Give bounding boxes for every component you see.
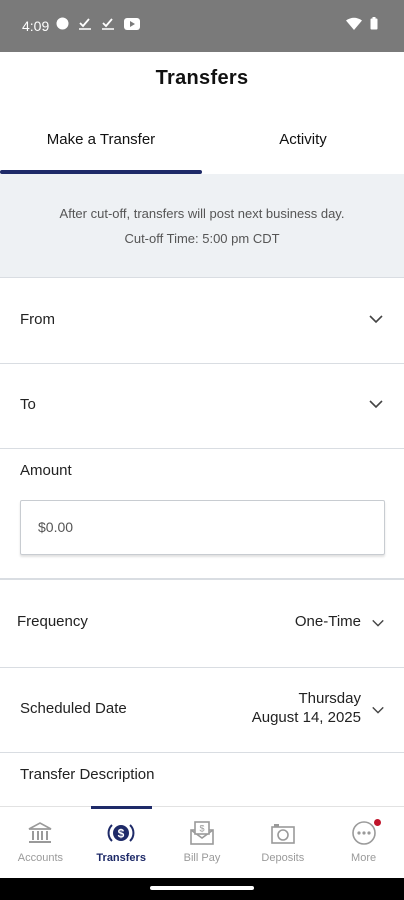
- wifi-icon: [346, 17, 362, 30]
- frequency-select[interactable]: Frequency One-Time: [0, 579, 404, 668]
- check-notification-icon-2: [102, 18, 114, 30]
- tab-make-a-transfer[interactable]: Make a Transfer: [0, 104, 202, 174]
- chevron-down-icon: [369, 400, 383, 409]
- check-notification-icon: [79, 18, 91, 30]
- status-notification-icons: [56, 17, 140, 30]
- scheduled-date-date: August 14, 2025: [251, 709, 361, 726]
- nav-label-transfers: Transfers: [96, 852, 146, 864]
- circle-notification-icon: [56, 17, 69, 30]
- nav-item-transfers[interactable]: $ Transfers: [81, 806, 162, 878]
- transfer-dollar-icon: $: [107, 819, 135, 847]
- chevron-down-icon: [369, 315, 383, 324]
- amount-input-value: $0.00: [38, 519, 74, 535]
- nav-label-deposits: Deposits: [261, 852, 305, 864]
- battery-icon: [370, 17, 378, 30]
- chevron-down-icon: [372, 619, 384, 627]
- amount-input[interactable]: $0.00: [20, 500, 385, 555]
- from-account-select[interactable]: From: [0, 278, 404, 364]
- youtube-notification-icon: [124, 17, 140, 30]
- scheduled-date-value: Thursday August 14, 2025: [252, 689, 361, 727]
- tab-bar: Make a Transfer Activity: [0, 104, 404, 174]
- nav-item-accounts[interactable]: Accounts: [0, 807, 81, 878]
- camera-icon: [270, 819, 296, 847]
- bank-icon: [27, 819, 53, 847]
- cutoff-time-text: Cut-off Time: 5:00 pm CDT: [124, 231, 280, 246]
- notification-badge: [373, 819, 381, 826]
- scheduled-date-select[interactable]: Scheduled Date Thursday August 14, 2025: [0, 668, 404, 753]
- tab-activity[interactable]: Activity: [202, 104, 404, 174]
- cutoff-notice: After cut-off, transfers will post next …: [0, 174, 404, 278]
- gesture-handle[interactable]: [150, 886, 254, 890]
- bill-envelope-icon: $: [189, 819, 215, 847]
- amount-label: Amount: [20, 462, 72, 479]
- from-label: From: [20, 311, 55, 328]
- to-label: To: [20, 396, 36, 413]
- nav-label-accounts: Accounts: [17, 852, 64, 864]
- svg-text:$: $: [118, 827, 125, 841]
- nav-item-more[interactable]: More: [323, 807, 404, 878]
- transfer-description-label: Transfer Description: [20, 766, 155, 783]
- svg-text:$: $: [199, 824, 204, 834]
- nav-label-bill-pay: Bill Pay: [183, 852, 221, 864]
- bottom-nav: Accounts $ Transfers $ Bill Pay Deposits…: [0, 806, 404, 878]
- more-dots-icon: [351, 819, 377, 847]
- app-header: Transfers: [0, 52, 404, 104]
- chevron-down-icon: [372, 706, 384, 714]
- status-system-icons: [346, 17, 378, 30]
- status-bar: 4:09: [0, 0, 404, 52]
- cutoff-notice-text: After cut-off, transfers will post next …: [59, 206, 345, 221]
- page-title: Transfers: [155, 66, 249, 89]
- frequency-value: One-Time: [294, 613, 361, 630]
- nav-item-deposits[interactable]: Deposits: [242, 807, 323, 878]
- nav-label-more: More: [351, 852, 377, 864]
- system-gesture-bar: [0, 878, 404, 900]
- frequency-label: Frequency: [17, 613, 88, 630]
- scheduled-date-label: Scheduled Date: [20, 700, 127, 717]
- status-time: 4:09: [22, 18, 50, 34]
- transfer-description-section[interactable]: Transfer Description: [0, 753, 404, 806]
- scheduled-date-day: Thursday: [298, 690, 361, 707]
- nav-item-bill-pay[interactable]: $ Bill Pay: [162, 807, 243, 878]
- to-account-select[interactable]: To: [0, 364, 404, 449]
